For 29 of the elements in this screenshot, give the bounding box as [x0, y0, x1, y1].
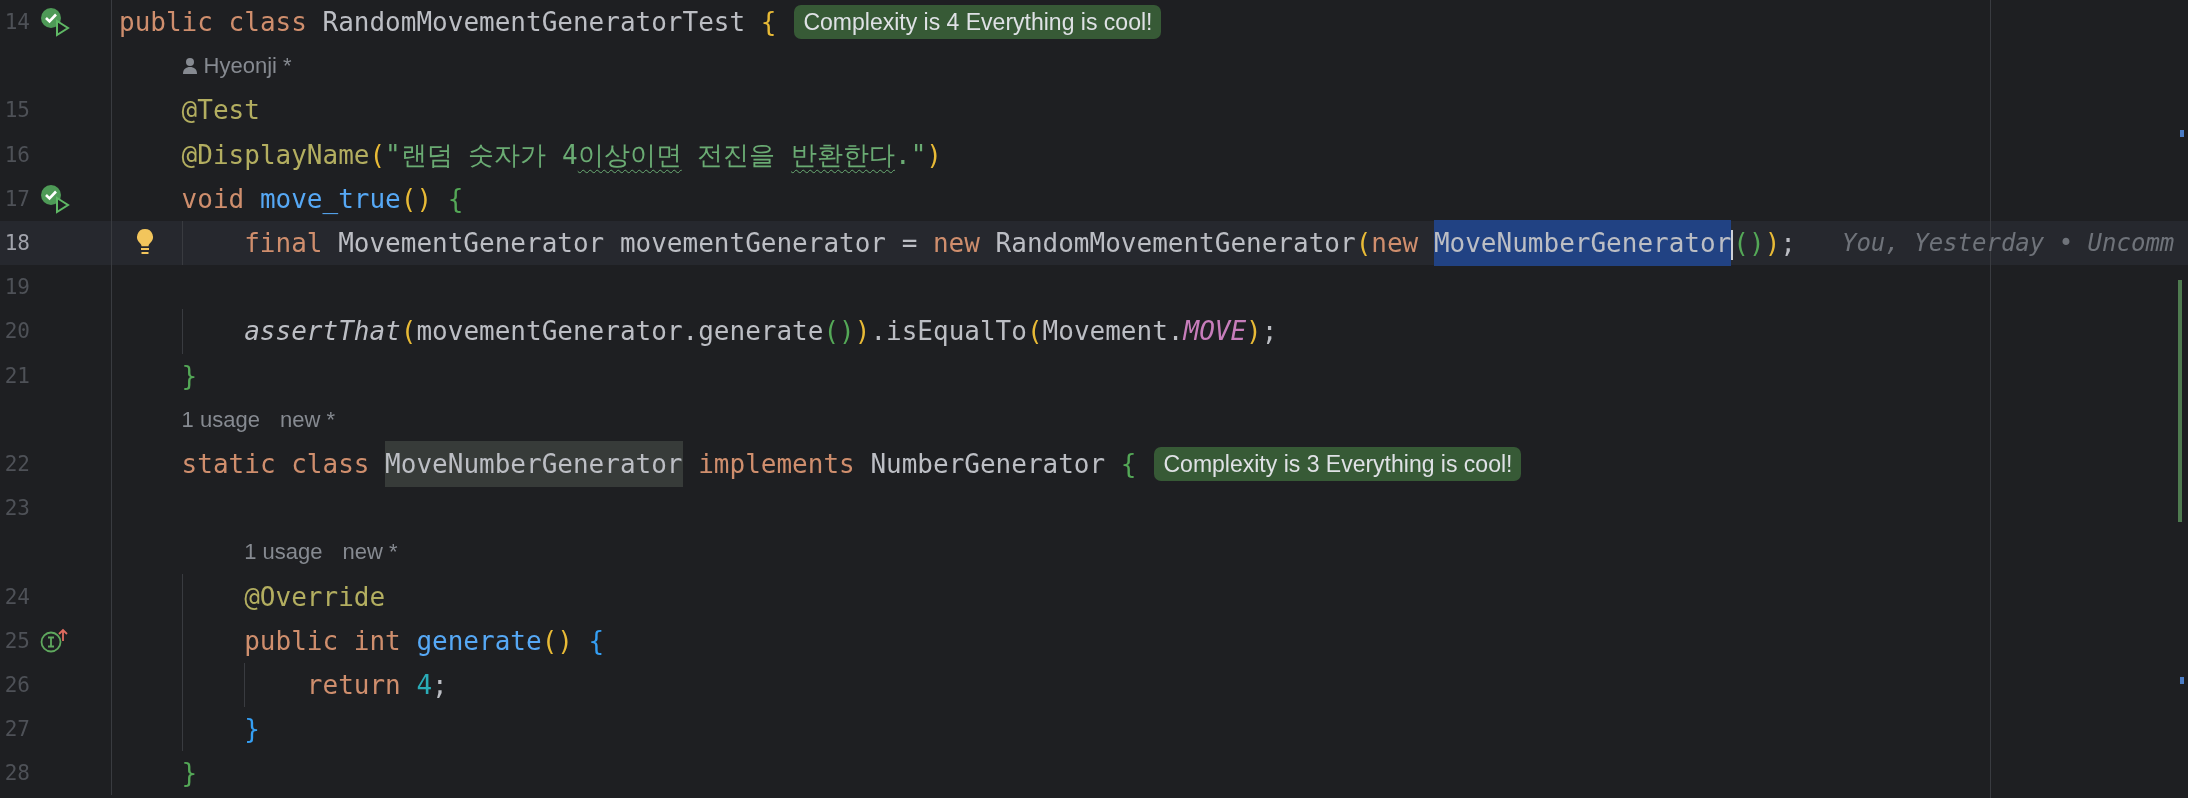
blame-annotation: You, Yesterday • Uncomm	[1841, 229, 2175, 258]
code-line: @Override	[244, 580, 386, 614]
code-line: public class RandomMovementGeneratorTest {	[119, 6, 777, 40]
run-test-icon[interactable]	[40, 7, 70, 38]
scrollbar-marker	[2180, 130, 2184, 137]
code-line: }	[181, 757, 198, 791]
author-hint[interactable]: new *	[342, 539, 398, 566]
implements-method-icon[interactable]	[40, 627, 70, 654]
author-hint[interactable]: new *	[279, 406, 335, 433]
complexity-badge: Complexity is 3 Everything is cool!	[1154, 446, 1522, 481]
scrollbar-marker	[2180, 677, 2184, 684]
author-hint[interactable]: Hyeonji *	[203, 53, 292, 80]
code-line: }	[181, 359, 198, 393]
code-line: @DisplayName("랜덤 숫자가 4이상이면 전진을 반환한다.")	[181, 138, 942, 172]
code-line: static class MoveNumberGenerator implements NumberGenerator {	[181, 441, 1137, 486]
code-line: final MovementGenerator movementGenerator = new RandomMovementGenerator(new MoveNumberGenerator());	[244, 221, 1796, 266]
complexity-badge: Complexity is 4 Everything is cool!	[794, 5, 1162, 40]
code-line: @Test	[181, 94, 260, 128]
usages-link[interactable]: 1 usage	[244, 539, 323, 566]
code-line: }	[244, 713, 260, 747]
line-number: 18	[4, 231, 30, 256]
code-line: assertThat(movementGenerator.generate()).isEqualTo(Movement.MOVE);	[244, 315, 1278, 349]
usages-link[interactable]: 1 usage	[181, 406, 260, 433]
code-line: void move_true() {	[181, 182, 464, 216]
lightbulb-icon[interactable]	[134, 226, 156, 257]
code-line: return 4;	[306, 668, 448, 702]
person-icon	[181, 57, 198, 76]
code-line: public int generate() {	[244, 624, 605, 658]
run-test-icon[interactable]	[40, 183, 70, 214]
